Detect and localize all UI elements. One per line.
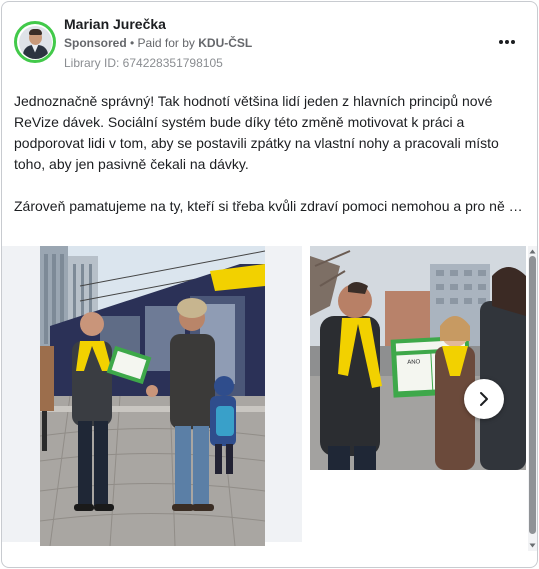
sponsored-line: Sponsored • Paid for by KDU-ČSL xyxy=(64,36,252,50)
ad-card: Marian Jurečka Sponsored • Paid for by K… xyxy=(1,1,538,568)
meta-separator: • xyxy=(126,36,138,50)
profile-photo xyxy=(18,25,52,59)
sponsored-label: Sponsored xyxy=(64,36,127,50)
scroll-up-arrow-icon[interactable] xyxy=(529,248,536,255)
avatar[interactable] xyxy=(14,21,56,63)
page-name[interactable]: Marian Jurečka xyxy=(64,16,166,32)
more-options-button[interactable] xyxy=(496,32,518,52)
more-dot xyxy=(505,40,509,44)
paid-for-prefix: Paid for by xyxy=(137,36,199,50)
campaign-photo-tram xyxy=(40,246,265,546)
scrollbar-thumb[interactable] xyxy=(529,256,536,534)
post-paragraph-truncated: Zároveň pamatujeme na ty, kteří si třeba… xyxy=(14,198,524,214)
campaign-photo-street: ANO NE xyxy=(310,246,526,470)
carousel-slide-2[interactable]: ANO NE xyxy=(310,246,526,470)
more-horizontal-icon xyxy=(499,40,503,44)
more-dot xyxy=(511,40,515,44)
post-text: Jednoznačně správný! Tak hodnotí většina… xyxy=(14,91,524,238)
carousel-slide-1[interactable] xyxy=(2,246,302,546)
sign-label-ano: ANO xyxy=(407,359,421,366)
library-id: Library ID: 674228351798105 xyxy=(64,56,223,70)
paid-for-by-link[interactable]: KDU-ČSL xyxy=(198,36,252,50)
image-carousel: ANO NE xyxy=(2,246,532,548)
carousel-next-button[interactable] xyxy=(464,379,504,419)
post-paragraph: Jednoznačně správný! Tak hodnotí většina… xyxy=(14,93,499,172)
chevron-right-icon xyxy=(480,392,488,406)
scroll-down-arrow-icon[interactable] xyxy=(529,542,536,549)
